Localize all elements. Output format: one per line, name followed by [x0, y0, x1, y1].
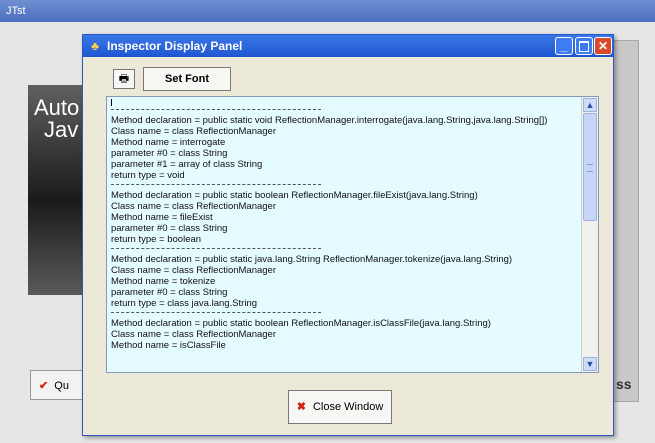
- method-line: Method declaration = public static void …: [111, 115, 548, 126]
- inspector-content: Method declaration = public static void …: [111, 99, 581, 351]
- background-logo: Auto Jav: [28, 85, 88, 295]
- background-logo-line1: Auto: [34, 95, 80, 120]
- method-line: Method name = fileExist: [111, 212, 213, 223]
- method-line: return type = class java.lang.String: [111, 298, 258, 309]
- scrollbar-thumb[interactable]: [583, 113, 597, 221]
- chevron-down-icon: ▼: [585, 359, 595, 369]
- close-title-button[interactable]: ✕: [594, 37, 612, 55]
- dialog-title: Inspector Display Panel: [107, 39, 243, 53]
- method-block: Method declaration = public static java.…: [111, 254, 581, 309]
- maximize-button[interactable]: [575, 37, 593, 55]
- printer-icon: 🖶: [118, 73, 130, 85]
- separator: [111, 184, 321, 186]
- quit-button[interactable]: ✔ Qu: [30, 370, 90, 400]
- chevron-up-icon: ▲: [585, 100, 595, 110]
- separator: [111, 109, 321, 111]
- checkmark-icon: ✔: [39, 380, 49, 392]
- method-line: Class name = class ReflectionManager: [111, 126, 277, 137]
- inspector-dialog: ♣ Inspector Display Panel _ ✕ 🖶 Set Font…: [82, 34, 614, 436]
- quit-button-label: Qu: [54, 380, 69, 392]
- background-logo-line2: Jav: [44, 117, 79, 142]
- close-icon: ✕: [597, 39, 609, 53]
- method-line: Class name = class ReflectionManager: [111, 201, 277, 212]
- vertical-scrollbar[interactable]: ▲ ▼: [581, 97, 598, 372]
- method-line: return type = void: [111, 170, 185, 181]
- method-line: return type = boolean: [111, 234, 202, 245]
- method-block: Method declaration = public static boole…: [111, 318, 581, 351]
- minimize-button[interactable]: _: [555, 37, 573, 55]
- maximize-icon: [579, 41, 589, 52]
- method-line: parameter #0 = class String: [111, 287, 228, 298]
- dialog-titlebar[interactable]: ♣ Inspector Display Panel _ ✕: [83, 35, 613, 57]
- method-line: Method declaration = public static boole…: [111, 190, 478, 201]
- close-window-button[interactable]: ✖ Close Window: [288, 390, 392, 424]
- grip-icon: [587, 164, 593, 172]
- method-line: Class name = class ReflectionManager: [111, 265, 277, 276]
- close-window-label: Close Window: [312, 401, 384, 413]
- inspector-text-area[interactable]: Method declaration = public static void …: [106, 96, 599, 373]
- background-right-text: ss: [616, 376, 632, 392]
- method-block: Method declaration = public static void …: [111, 115, 581, 181]
- scroll-up-button[interactable]: ▲: [583, 98, 597, 112]
- separator: [111, 248, 321, 250]
- method-line: parameter #0 = class String: [111, 223, 228, 234]
- method-line: Class name = class ReflectionManager: [111, 329, 277, 340]
- set-font-button[interactable]: Set Font: [143, 67, 231, 91]
- method-line: parameter #0 = class String: [111, 148, 228, 159]
- method-line: parameter #1 = array of class String: [111, 159, 263, 170]
- background-window-title: JTst: [6, 5, 26, 17]
- method-line: Method declaration = public static java.…: [111, 254, 513, 265]
- scroll-down-button[interactable]: ▼: [583, 357, 597, 371]
- minimize-icon: _: [560, 39, 568, 53]
- print-button[interactable]: 🖶: [113, 69, 135, 89]
- text-caret: [111, 99, 581, 106]
- method-line: Method declaration = public static boole…: [111, 318, 491, 329]
- method-line: Method name = isClassFile: [111, 340, 226, 351]
- background-window-titlebar: JTst: [0, 0, 655, 22]
- method-line: Method name = interrogate: [111, 137, 226, 148]
- method-line: Method name = tokenize: [111, 276, 216, 287]
- method-block: Method declaration = public static boole…: [111, 190, 581, 245]
- close-x-icon: ✖: [296, 401, 306, 413]
- separator: [111, 312, 321, 314]
- app-icon: ♣: [91, 39, 99, 53]
